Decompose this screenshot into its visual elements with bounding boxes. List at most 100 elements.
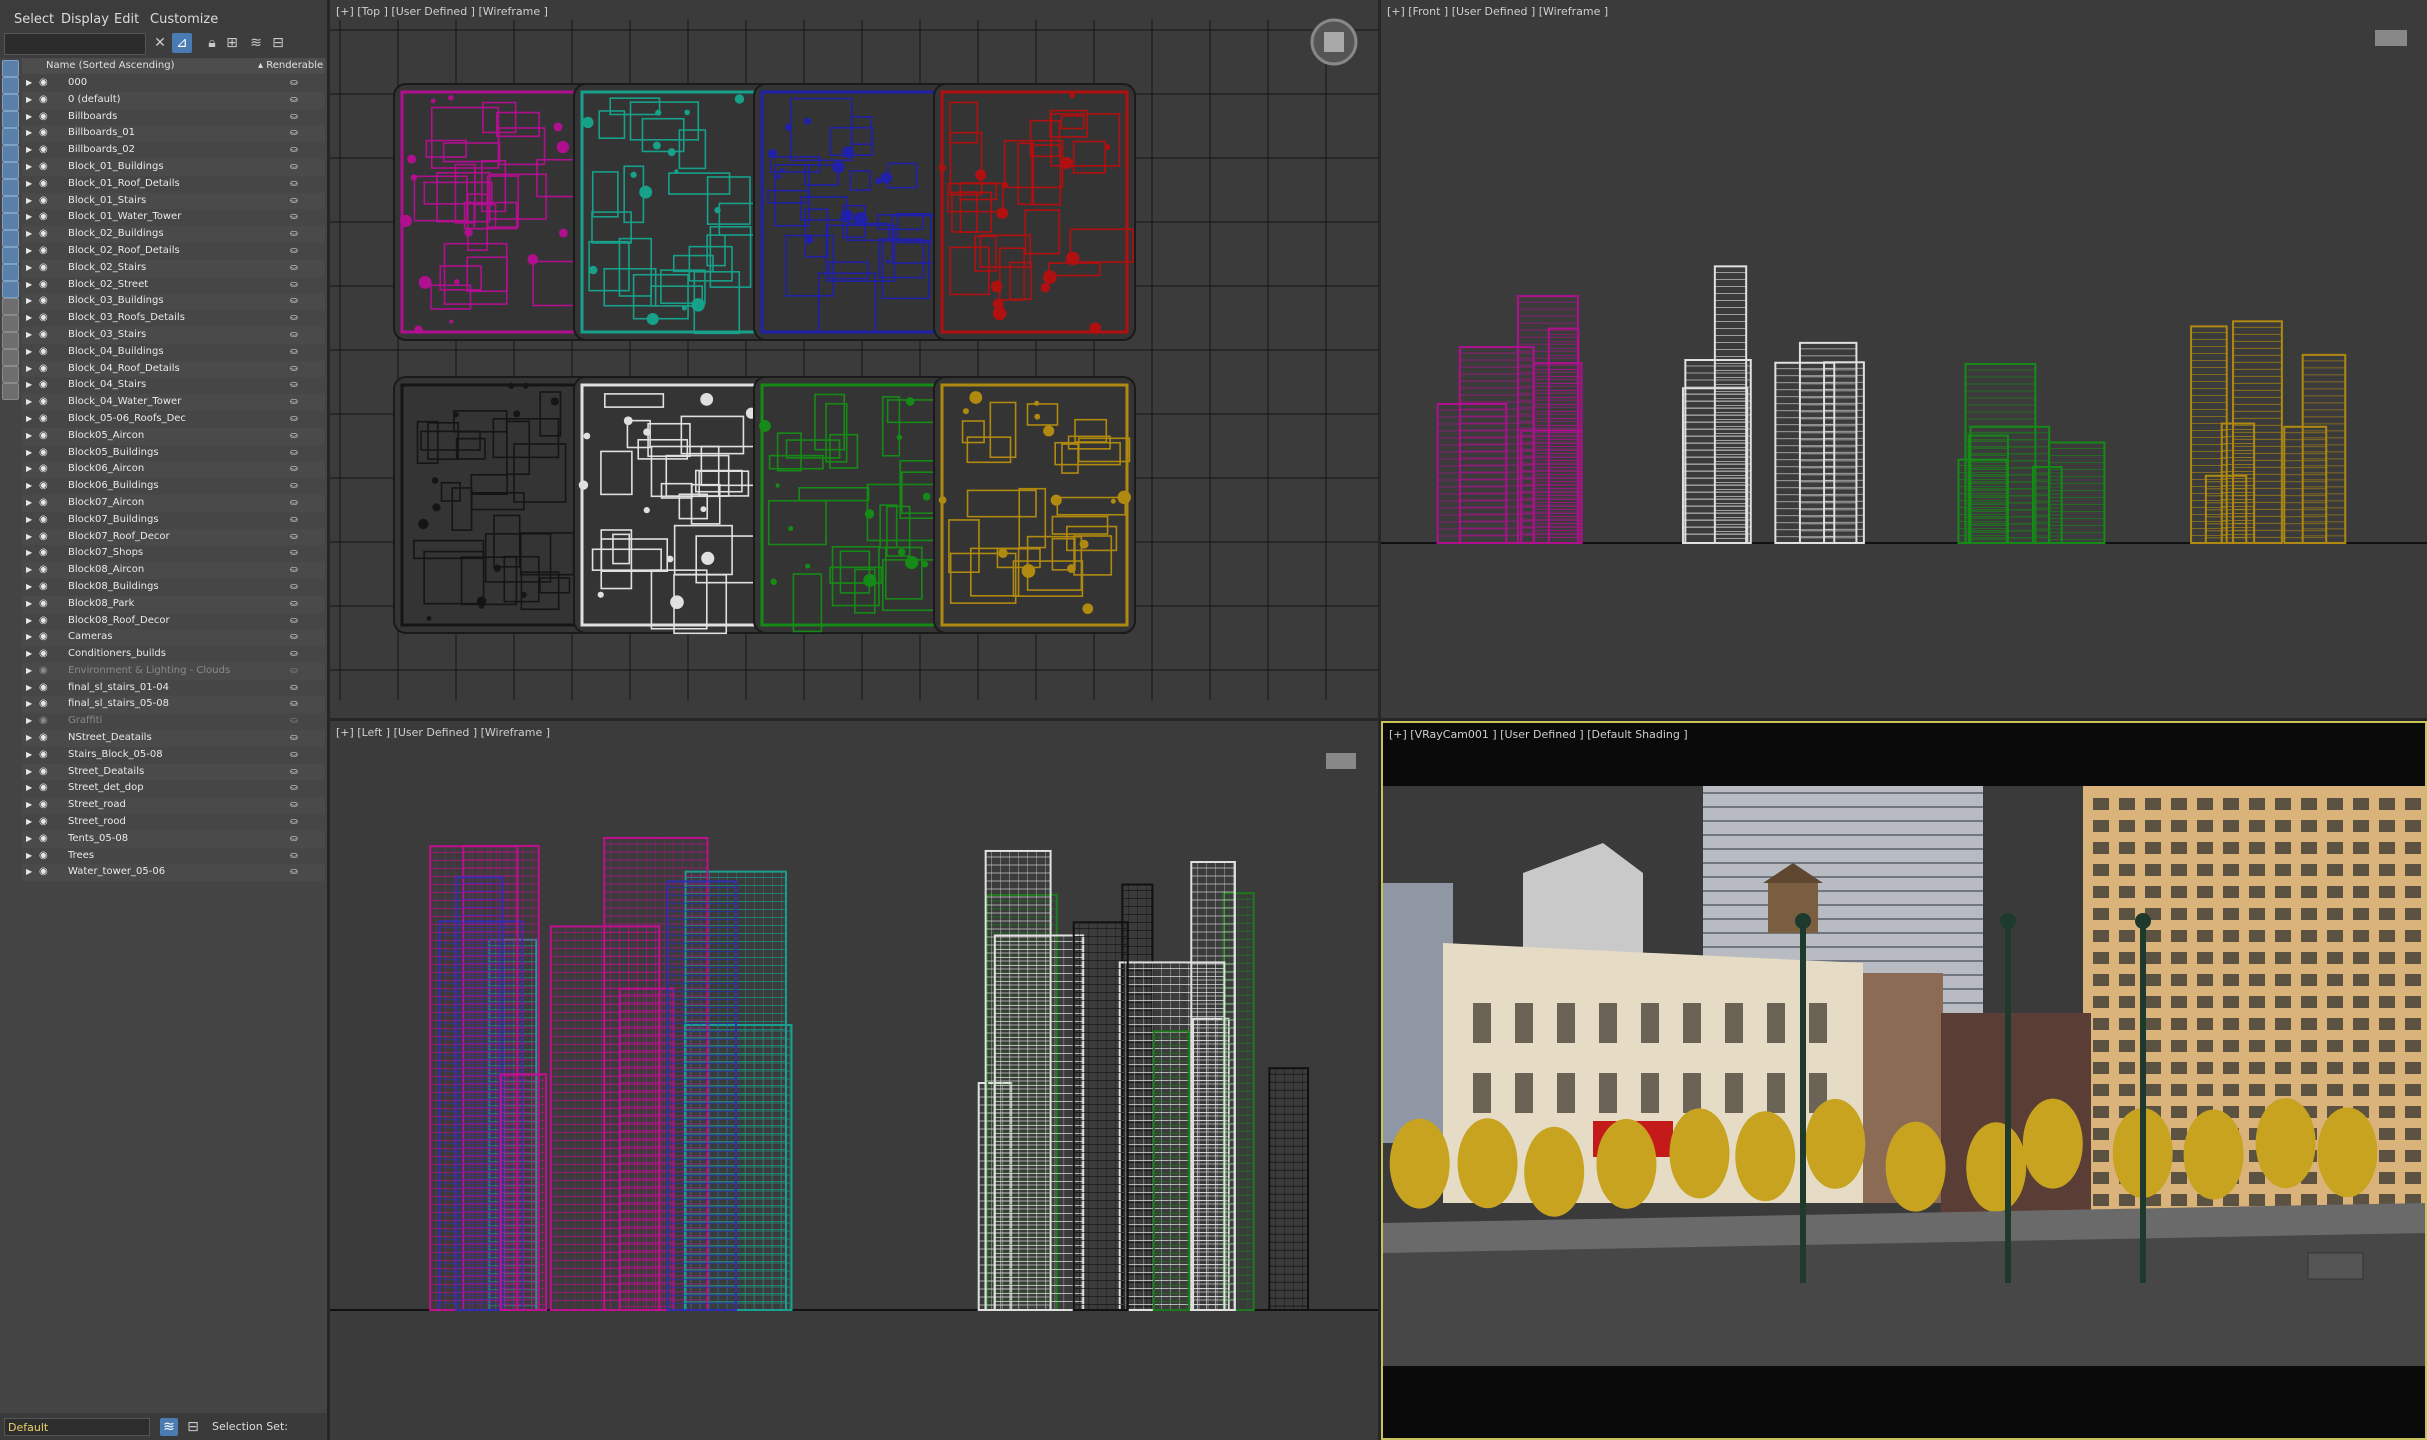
filter-type-icon[interactable] bbox=[2, 196, 19, 213]
renderable-teapot-icon[interactable]: ⛀ bbox=[290, 797, 298, 814]
expand-arrow-icon[interactable]: ▶ bbox=[26, 613, 34, 630]
eye-icon[interactable]: ◉ bbox=[39, 814, 51, 831]
renderable-teapot-icon[interactable]: ⛀ bbox=[290, 495, 298, 512]
eye-icon[interactable]: ◉ bbox=[39, 344, 51, 361]
layer-row[interactable]: ▶ ◉ Block05_Buildings ⛀ bbox=[22, 444, 325, 462]
renderable-teapot-icon[interactable]: ⛀ bbox=[290, 109, 298, 126]
eye-icon[interactable]: ◉ bbox=[39, 461, 51, 478]
eye-icon[interactable]: ◉ bbox=[39, 92, 51, 109]
layer-dropdown[interactable]: Default bbox=[4, 1418, 150, 1436]
eye-icon[interactable]: ◉ bbox=[39, 226, 51, 243]
expand-arrow-icon[interactable]: ▶ bbox=[26, 596, 34, 613]
layer-row[interactable]: ▶ ◉ Billboards_02 ⛀ bbox=[22, 142, 325, 159]
renderable-teapot-icon[interactable]: ⛀ bbox=[290, 730, 298, 747]
eye-icon[interactable]: ◉ bbox=[39, 159, 51, 176]
renderable-teapot-icon[interactable]: ⛀ bbox=[290, 562, 298, 579]
layer-row[interactable]: ▶ ◉ Billboards_01 ⛀ bbox=[22, 125, 325, 143]
renderable-teapot-icon[interactable]: ⛀ bbox=[290, 529, 298, 546]
expand-arrow-icon[interactable]: ▶ bbox=[26, 747, 34, 764]
expand-arrow-icon[interactable]: ▶ bbox=[26, 361, 34, 378]
renderable-teapot-icon[interactable]: ⛀ bbox=[290, 361, 298, 378]
eye-icon[interactable]: ◉ bbox=[39, 361, 51, 378]
renderable-teapot-icon[interactable]: ⛀ bbox=[290, 142, 298, 159]
eye-icon[interactable]: ◉ bbox=[39, 428, 51, 445]
expand-arrow-icon[interactable]: ▶ bbox=[26, 159, 34, 176]
filter-type-icon[interactable] bbox=[2, 247, 19, 264]
eye-icon[interactable]: ◉ bbox=[39, 747, 51, 764]
close-icon[interactable]: ✕ bbox=[150, 33, 170, 53]
expand-arrow-icon[interactable]: ▶ bbox=[26, 428, 34, 445]
eye-icon[interactable]: ◉ bbox=[39, 764, 51, 781]
renderable-teapot-icon[interactable]: ⛀ bbox=[290, 159, 298, 176]
layer-row[interactable]: ▶ ◉ Block07_Buildings ⛀ bbox=[22, 511, 325, 529]
filter-type-icon[interactable] bbox=[2, 162, 19, 179]
hierarchy-icon[interactable]: ⊞ bbox=[222, 33, 242, 53]
layer-row[interactable]: ▶ ◉ Block06_Aircon ⛀ bbox=[22, 461, 325, 479]
layer-row[interactable]: ▶ ◉ Street_det_dop ⛀ bbox=[22, 780, 325, 798]
expand-arrow-icon[interactable]: ▶ bbox=[26, 461, 34, 478]
layer-row[interactable]: ▶ ◉ Block05_Aircon ⛀ bbox=[22, 427, 325, 445]
expand-arrow-icon[interactable]: ▶ bbox=[26, 293, 34, 310]
layer-row[interactable]: ▶ ◉ Block_04_Water_Tower ⛀ bbox=[22, 394, 325, 411]
eye-icon[interactable]: ◉ bbox=[39, 445, 51, 462]
eye-icon[interactable]: ◉ bbox=[39, 411, 51, 428]
eye-icon[interactable]: ◉ bbox=[39, 680, 51, 697]
eye-icon[interactable]: ◉ bbox=[39, 730, 51, 747]
eye-icon[interactable]: ◉ bbox=[39, 596, 51, 613]
eye-icon[interactable]: ◉ bbox=[39, 394, 51, 411]
filter-type-icon[interactable] bbox=[2, 77, 19, 94]
filter-type-icon[interactable] bbox=[2, 349, 19, 366]
expand-arrow-icon[interactable]: ▶ bbox=[26, 377, 34, 394]
expand-arrow-icon[interactable]: ▶ bbox=[26, 142, 34, 159]
filter-type-icon[interactable] bbox=[2, 94, 19, 111]
layer-row[interactable]: ▶ ◉ Block_01_Buildings ⛀ bbox=[22, 158, 325, 176]
expand-arrow-icon[interactable]: ▶ bbox=[26, 730, 34, 747]
expand-arrow-icon[interactable]: ▶ bbox=[26, 764, 34, 781]
expand-arrow-icon[interactable]: ▶ bbox=[26, 495, 34, 512]
eye-icon[interactable]: ◉ bbox=[39, 864, 51, 881]
eye-icon[interactable]: ◉ bbox=[39, 243, 51, 260]
eye-icon[interactable]: ◉ bbox=[39, 75, 51, 92]
renderable-teapot-icon[interactable]: ⛀ bbox=[290, 92, 298, 109]
renderable-teapot-icon[interactable]: ⛀ bbox=[290, 209, 298, 226]
renderable-teapot-icon[interactable]: ⛀ bbox=[290, 747, 298, 764]
renderable-teapot-icon[interactable]: ⛀ bbox=[290, 125, 298, 142]
expand-arrow-icon[interactable]: ▶ bbox=[26, 579, 34, 596]
renderable-teapot-icon[interactable]: ⛀ bbox=[290, 461, 298, 478]
layer-row[interactable]: ▶ ◉ Block_04_Buildings ⛀ bbox=[22, 343, 325, 361]
renderable-teapot-icon[interactable]: ⛀ bbox=[290, 243, 298, 260]
filter-type-icon[interactable] bbox=[2, 111, 19, 128]
renderable-teapot-icon[interactable]: ⛀ bbox=[290, 864, 298, 881]
layer-row[interactable]: ▶ ◉ Block_02_Stairs ⛀ bbox=[22, 259, 325, 277]
renderable-teapot-icon[interactable]: ⛀ bbox=[290, 193, 298, 210]
renderable-teapot-icon[interactable]: ⛀ bbox=[290, 310, 298, 327]
expand-arrow-icon[interactable]: ▶ bbox=[26, 529, 34, 546]
eye-icon[interactable]: ◉ bbox=[39, 176, 51, 193]
filter-type-icon[interactable] bbox=[2, 230, 19, 247]
eye-icon[interactable]: ◉ bbox=[39, 310, 51, 327]
expand-arrow-icon[interactable]: ▶ bbox=[26, 243, 34, 260]
layer-row[interactable]: ▶ ◉ Stairs_Block_05-08 ⛀ bbox=[22, 746, 325, 764]
layers-icon[interactable]: ≋ bbox=[246, 33, 266, 53]
renderable-teapot-icon[interactable]: ⛀ bbox=[290, 75, 298, 92]
filter-type-icon[interactable] bbox=[2, 60, 19, 77]
eye-icon[interactable]: ◉ bbox=[39, 780, 51, 797]
layer-row[interactable]: ▶ ◉ Billboards ⛀ bbox=[22, 108, 325, 126]
renderable-teapot-icon[interactable]: ⛀ bbox=[290, 680, 298, 697]
layer-row[interactable]: ▶ ◉ Street_rood ⛀ bbox=[22, 814, 325, 831]
expand-arrow-icon[interactable]: ▶ bbox=[26, 680, 34, 697]
renderable-teapot-icon[interactable]: ⛀ bbox=[290, 713, 298, 730]
eye-icon[interactable]: ◉ bbox=[39, 696, 51, 713]
renderable-teapot-icon[interactable]: ⛀ bbox=[290, 411, 298, 428]
expand-arrow-icon[interactable]: ▶ bbox=[26, 797, 34, 814]
filter-type-icon[interactable] bbox=[2, 264, 19, 281]
renderable-teapot-icon[interactable]: ⛀ bbox=[290, 377, 298, 394]
renderable-teapot-icon[interactable]: ⛀ bbox=[290, 226, 298, 243]
expand-arrow-icon[interactable]: ▶ bbox=[26, 663, 34, 680]
layer-row[interactable]: ▶ ◉ Block_05-06_Roofs_Dec ⛀ bbox=[22, 410, 325, 428]
layer-row[interactable]: ▶ ◉ Block_04_Stairs ⛀ bbox=[22, 377, 325, 395]
expand-arrow-icon[interactable]: ▶ bbox=[26, 226, 34, 243]
eye-icon[interactable]: ◉ bbox=[39, 260, 51, 277]
eye-icon[interactable]: ◉ bbox=[39, 629, 51, 646]
renderable-teapot-icon[interactable]: ⛀ bbox=[290, 764, 298, 781]
